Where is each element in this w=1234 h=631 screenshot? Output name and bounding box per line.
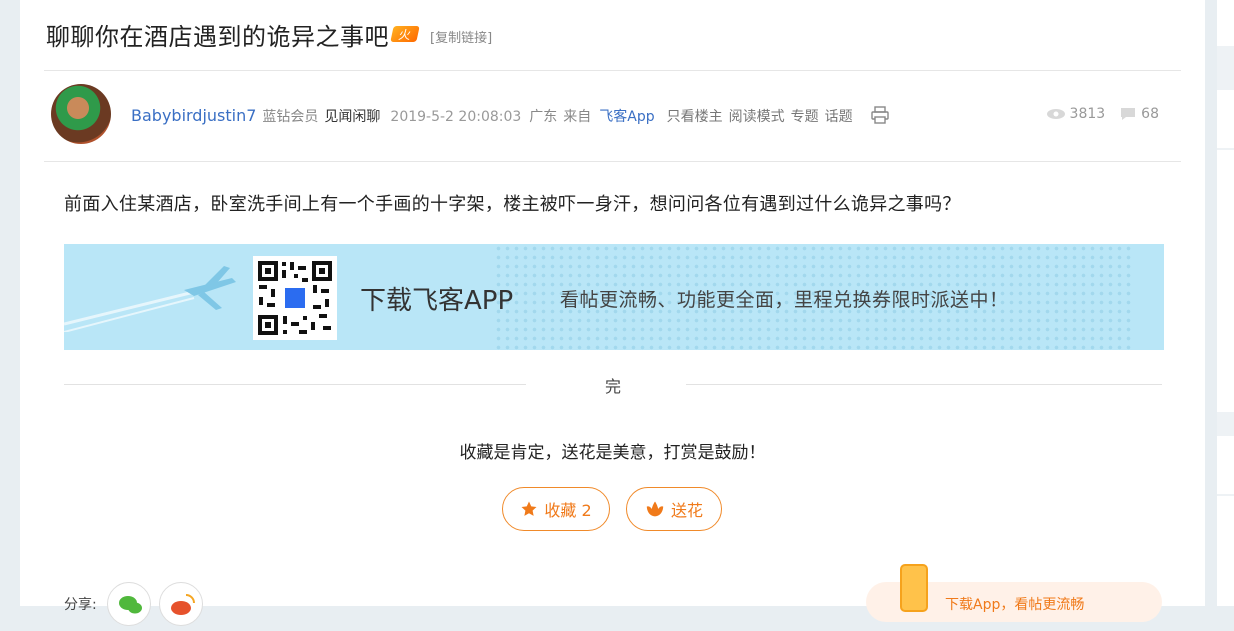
divider bbox=[44, 161, 1181, 162]
app-source-link[interactable]: 飞客App bbox=[599, 106, 654, 126]
favorite-button[interactable]: 收藏 2 bbox=[502, 487, 610, 531]
divider bbox=[64, 384, 526, 385]
topic-link[interactable]: 专题 bbox=[791, 106, 819, 126]
wechat-icon bbox=[119, 596, 142, 614]
post-meta: Babybirdjustin7 蓝钻会员 见闻闲聊 2019-5-2 20:08… bbox=[131, 106, 859, 126]
comment-icon bbox=[1121, 108, 1136, 120]
right-sidebar-strip bbox=[1217, 0, 1234, 606]
app-promo-text: 下载App，看帖更流畅 bbox=[945, 597, 1085, 613]
divider bbox=[44, 70, 1181, 71]
copy-link-button[interactable]: [复制链接] bbox=[430, 27, 492, 46]
banner-subline: 看帖更流畅、功能更全面，里程兑换券限时派送中！ bbox=[560, 289, 1009, 311]
wechat-share-button[interactable] bbox=[107, 582, 151, 626]
end-mark: 完 bbox=[605, 377, 622, 396]
encourage-text: 收藏是肯定，送花是美意，打赏是鼓励！ bbox=[459, 443, 766, 463]
sidebar-block bbox=[1217, 0, 1234, 46]
divider bbox=[686, 384, 1162, 385]
star-icon bbox=[520, 500, 538, 518]
hot-icon: 火 bbox=[390, 26, 420, 42]
send-flower-button[interactable]: 送花 bbox=[626, 487, 722, 531]
sidebar-block bbox=[1217, 436, 1234, 494]
weibo-share-button[interactable] bbox=[159, 582, 203, 626]
sidebar-block bbox=[1217, 90, 1234, 148]
share-label: 分享: bbox=[64, 597, 97, 613]
view-count: 3813 bbox=[1069, 106, 1106, 122]
qr-code bbox=[253, 256, 337, 340]
eye-icon bbox=[1046, 109, 1065, 119]
banner-headline: 下载飞客APP bbox=[360, 286, 514, 316]
post-content: 前面入住某酒店，卧室洗手间上有一个手画的十字架，楼主被吓一身汗，想问问各位有遇到… bbox=[64, 194, 961, 215]
title-row: 聊聊你在酒店遇到的诡异之事吧 火 [复制链接] bbox=[46, 14, 492, 54]
post-card: 聊聊你在酒店遇到的诡异之事吧 火 [复制链接] Babybirdjustin7 … bbox=[20, 0, 1205, 626]
phone-icon bbox=[900, 564, 928, 612]
print-icon[interactable] bbox=[871, 106, 889, 124]
post-location: 广东 bbox=[529, 109, 558, 125]
weibo-icon bbox=[171, 594, 195, 615]
send-flower-label: 送花 bbox=[670, 501, 703, 520]
reading-mode-link[interactable]: 阅读模式 bbox=[729, 106, 785, 126]
member-level: 蓝钻会员 bbox=[262, 109, 319, 125]
only-author-link[interactable]: 只看楼主 bbox=[667, 106, 723, 126]
flower-icon bbox=[645, 500, 665, 518]
avatar[interactable] bbox=[51, 84, 111, 144]
reply-count: 68 bbox=[1141, 106, 1159, 122]
favorite-button-label: 收藏 2 bbox=[544, 501, 592, 520]
app-download-banner[interactable]: 下载飞客APP 看帖更流畅、功能更全面，里程兑换券限时派送中！ bbox=[64, 244, 1164, 350]
page-title: 聊聊你在酒店遇到的诡异之事吧 bbox=[46, 22, 389, 51]
airplane-icon bbox=[64, 266, 236, 332]
from-label: 来自 bbox=[563, 109, 592, 125]
sidebar-block bbox=[1217, 496, 1234, 606]
forum-tag-link[interactable]: 见闻闲聊 bbox=[324, 106, 380, 126]
post-stats: 3813 68 bbox=[1046, 106, 1159, 122]
author-name-link[interactable]: Babybirdjustin7 bbox=[131, 106, 256, 125]
subject-link[interactable]: 话题 bbox=[825, 106, 853, 126]
sidebar-block bbox=[1217, 150, 1234, 412]
post-date: 2019-5-2 20:08:03 bbox=[390, 109, 522, 125]
